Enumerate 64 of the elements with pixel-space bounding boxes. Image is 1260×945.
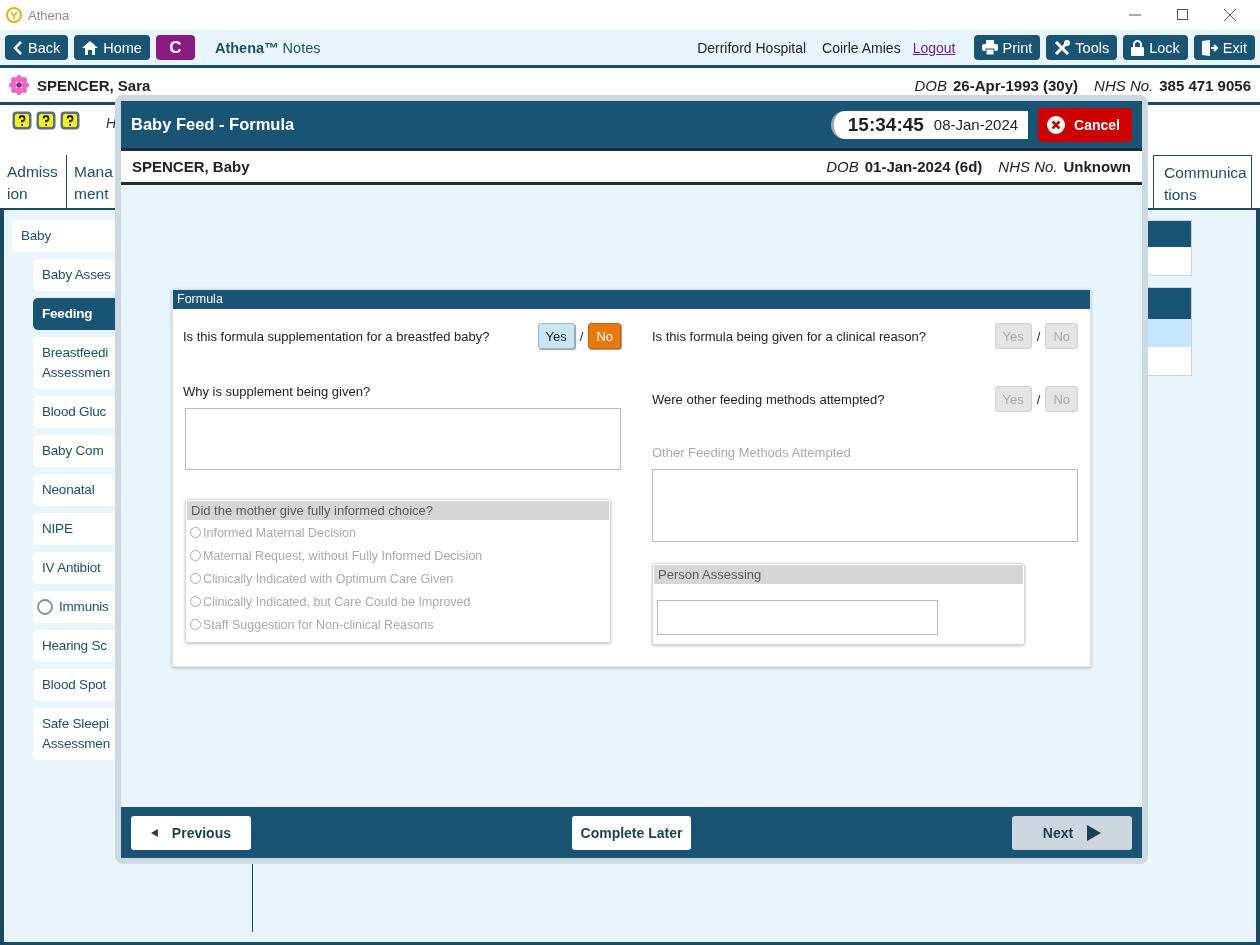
dob-label: DOB (826, 158, 859, 175)
nhs-label: NHS No. (1094, 76, 1154, 94)
nhs-value: 385 471 9056 (1159, 76, 1251, 94)
lock-icon (1131, 39, 1145, 56)
input-field[interactable] (657, 600, 938, 635)
toolbar-button[interactable]: Exit (1193, 35, 1255, 60)
section-header: Formula (173, 290, 1090, 309)
separator-text: / (579, 328, 584, 344)
dob-label: DOB (914, 76, 947, 94)
close-icon (1046, 114, 1067, 135)
field-label: Other Feeding Methods Attempted (652, 445, 852, 460)
separator-text: / (1036, 328, 1041, 344)
nhs-label: NHS No. (998, 158, 1058, 175)
window-title: Athena (28, 7, 70, 23)
dob-value: 26-Apr-1993 (30y) (953, 76, 1079, 94)
clock-date: 08-Jan-2024 (933, 116, 1019, 133)
help-icon (60, 111, 80, 130)
separator-text: / (1036, 391, 1041, 407)
radio-option: Clinically Indicated, but Care Could be Improved (186, 590, 610, 613)
radio-option: Informed Maternal Decision (186, 521, 610, 544)
group-title: Did the mother give fully informed choice? (187, 501, 609, 520)
help-icon (36, 111, 56, 130)
tools-icon (1054, 39, 1071, 56)
radio-option: Clinically Indicated with Optimum Care Given (186, 567, 610, 590)
status-circle-icon (37, 599, 53, 615)
context-button[interactable]: C (155, 35, 195, 60)
field-label: Why is supplement being given? (183, 384, 372, 399)
triangle-right-icon (1087, 824, 1102, 841)
radio-option: Maternal Request, without Fully Informed Decision (186, 544, 610, 567)
complete-later-button[interactable]: Complete Later (571, 815, 692, 850)
user-name: Coirle Amies (822, 39, 901, 56)
app-name: Athena™ Notes (214, 39, 321, 56)
group-title: Person Assessing (654, 565, 1023, 584)
back-icon (13, 39, 23, 56)
answer-toggle[interactable]: Yes (537, 323, 575, 349)
clock-time: 15:34:45 (847, 113, 924, 136)
home-icon (82, 40, 99, 55)
nhs-value: Unknown (1063, 158, 1131, 175)
previous-button[interactable]: Previous (131, 815, 251, 850)
radio-option: Staff Suggestion for Non-clinical Reasons (186, 613, 610, 636)
question-label: Were other feeding methods attempted? (652, 391, 886, 407)
maximize-icon[interactable] (1177, 9, 1188, 20)
flower-icon (9, 75, 29, 95)
printer-icon (981, 40, 998, 55)
dialog-title: Baby Feed - Formula (131, 115, 296, 134)
hospital-name: Derriford Hospital (697, 39, 807, 56)
nav-button[interactable]: Back (5, 35, 69, 60)
text-area[interactable] (185, 408, 621, 470)
toolbar-button[interactable]: Lock (1123, 35, 1188, 60)
patient-name: SPENCER, Baby (132, 158, 250, 175)
help-icon (12, 111, 32, 130)
question-label: Is this formula supplementation for a breastfed baby? (183, 328, 491, 344)
toolbar-button[interactable]: Print (973, 35, 1041, 60)
cancel-button[interactable]: Cancel (1038, 107, 1132, 142)
logout-link[interactable]: Logout (912, 39, 956, 56)
patient-name: SPENCER, Sara (37, 76, 151, 94)
exit-icon (1201, 39, 1218, 56)
nav-button[interactable]: Home (74, 35, 150, 60)
question-label: Is this formula being given for a clinical reason? (652, 328, 927, 344)
tab[interactable]: Communica tions (1153, 155, 1252, 208)
app-logo-icon (6, 7, 22, 23)
toolbar-button[interactable]: Tools (1046, 35, 1118, 60)
dob-value: 01-Jan-2024 (6d) (864, 158, 983, 175)
close-icon[interactable] (1224, 9, 1236, 21)
